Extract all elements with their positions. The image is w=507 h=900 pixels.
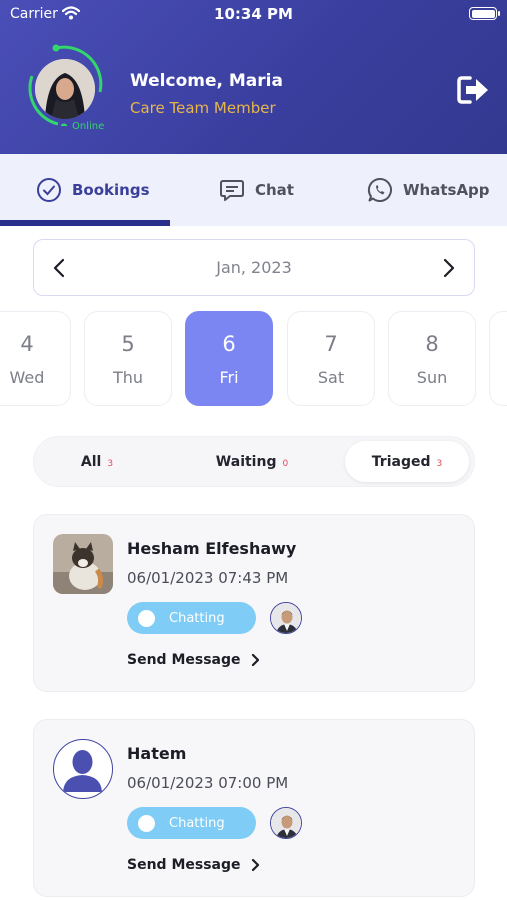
day-item[interactable]: 5 Thu bbox=[84, 311, 172, 406]
tab-bookings[interactable]: Bookings bbox=[36, 154, 150, 226]
day-item-selected[interactable]: 6 Fri bbox=[185, 311, 273, 406]
tab-label: WhatsApp bbox=[403, 181, 490, 199]
chatting-status-toggle[interactable]: Chatting bbox=[127, 602, 256, 634]
tab-label: Chat bbox=[255, 181, 294, 199]
filter-triaged[interactable]: Triaged 3 bbox=[345, 441, 469, 482]
send-message-link[interactable]: Send Message bbox=[127, 857, 261, 873]
tab-label: Bookings bbox=[72, 181, 150, 199]
role-text: Care Team Member bbox=[130, 99, 276, 117]
day-name: Sat bbox=[317, 368, 345, 387]
day-item[interactable]: 8 Sun bbox=[388, 311, 476, 406]
patient-avatar-placeholder bbox=[53, 739, 113, 799]
welcome-text: Welcome, Maria bbox=[130, 71, 283, 91]
clock: 10:34 PM bbox=[214, 5, 293, 23]
user-photo bbox=[35, 59, 95, 119]
booking-card[interactable]: Hatem 06/01/2023 07:00 PM Chatting Send … bbox=[33, 719, 475, 897]
agent-avatar[interactable] bbox=[270, 807, 302, 839]
send-message-label: Send Message bbox=[127, 857, 241, 873]
filter-count: 3 bbox=[436, 458, 443, 469]
booking-datetime: 06/01/2023 07:43 PM bbox=[127, 569, 289, 587]
day-item[interactable]: 7 Sat bbox=[287, 311, 375, 406]
filter-count: 0 bbox=[282, 458, 289, 469]
day-name: Wed bbox=[9, 368, 45, 387]
online-status: Online bbox=[72, 121, 105, 132]
tab-chat[interactable]: Chat bbox=[219, 154, 294, 226]
day-number: 6 bbox=[222, 332, 236, 356]
day-name: Fri bbox=[219, 368, 239, 387]
day-item-partial[interactable] bbox=[489, 311, 507, 406]
filter-waiting[interactable]: Waiting 0 bbox=[192, 441, 312, 482]
send-message-link[interactable]: Send Message bbox=[127, 652, 261, 668]
day-number: 4 bbox=[20, 332, 34, 356]
battery-icon bbox=[469, 7, 500, 20]
patient-name: Hatem bbox=[127, 744, 187, 763]
toggle-knob bbox=[138, 609, 155, 627]
logout-icon[interactable] bbox=[456, 75, 490, 105]
send-message-label: Send Message bbox=[127, 652, 241, 668]
filter-all[interactable]: All 3 bbox=[38, 441, 156, 482]
whatsapp-icon bbox=[367, 177, 392, 202]
status-label: Chatting bbox=[169, 815, 225, 831]
chevron-right-icon bbox=[251, 858, 259, 872]
filter-label: Triaged bbox=[371, 453, 431, 470]
filter-count: 3 bbox=[107, 458, 114, 469]
booking-datetime: 06/01/2023 07:00 PM bbox=[127, 774, 289, 792]
user-avatar[interactable]: Online bbox=[24, 42, 108, 132]
day-number: 5 bbox=[121, 332, 135, 356]
month-label: Jan, 2023 bbox=[216, 258, 292, 277]
tab-bar: Bookings Chat WhatsApp bbox=[0, 154, 507, 226]
day-number: 7 bbox=[324, 332, 338, 356]
chat-icon bbox=[220, 180, 244, 201]
toggle-knob bbox=[138, 814, 155, 832]
filter-label: Waiting bbox=[215, 453, 277, 470]
month-selector: Jan, 2023 bbox=[33, 239, 475, 296]
chevron-right-icon[interactable] bbox=[436, 256, 460, 280]
status-filter: All 3 Waiting 0 Triaged 3 bbox=[33, 436, 475, 487]
chatting-status-toggle[interactable]: Chatting bbox=[127, 807, 256, 839]
day-number: 8 bbox=[425, 332, 439, 356]
patient-name: Hesham Elfeshawy bbox=[127, 539, 297, 558]
patient-photo bbox=[53, 534, 113, 594]
agent-avatar[interactable] bbox=[270, 602, 302, 634]
check-circle-icon bbox=[37, 178, 61, 202]
day-name: Sun bbox=[416, 368, 448, 387]
status-label: Chatting bbox=[169, 610, 225, 626]
chevron-right-icon bbox=[251, 653, 259, 667]
status-bar: Carrier 10:34 PM bbox=[0, 0, 507, 28]
active-tab-indicator bbox=[0, 220, 170, 226]
booking-card[interactable]: Hesham Elfeshawy 06/01/2023 07:43 PM Cha… bbox=[33, 514, 475, 692]
day-name: Thu bbox=[112, 368, 144, 387]
profile-header: Carrier 10:34 PM Online Welcome, Maria C… bbox=[0, 0, 507, 154]
day-item[interactable]: 4 Wed bbox=[0, 311, 71, 406]
tab-whatsapp[interactable]: WhatsApp bbox=[367, 154, 490, 226]
filter-label: All bbox=[80, 453, 102, 470]
